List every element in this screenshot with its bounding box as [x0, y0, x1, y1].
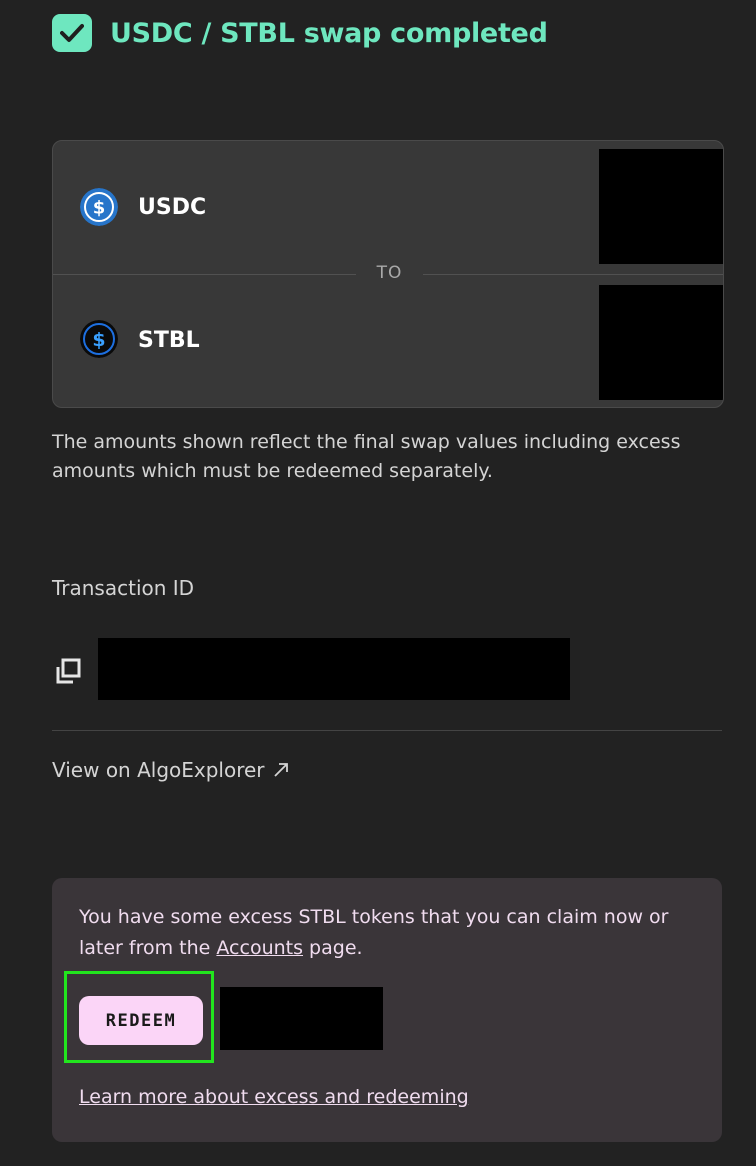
explorer-link-label: View on AlgoExplorer: [52, 758, 265, 782]
svg-text:$: $: [92, 329, 105, 351]
excess-tokens-panel: You have some excess STBL tokens that yo…: [52, 878, 722, 1142]
page-title: USDC / STBL swap completed: [110, 17, 548, 49]
transaction-id-label: Transaction ID: [52, 576, 195, 600]
svg-text:$: $: [93, 198, 106, 219]
from-amount-redacted: [599, 149, 723, 264]
divider: [52, 730, 722, 731]
usdc-coin-icon: $: [80, 188, 118, 226]
swap-note: The amounts shown reflect the final swap…: [52, 431, 681, 482]
excess-message: You have some excess STBL tokens that yo…: [79, 902, 679, 964]
accounts-link[interactable]: Accounts: [216, 937, 303, 959]
transaction-id-redacted: [98, 638, 570, 700]
redacted-area: [220, 987, 383, 1050]
external-arrow-icon: [273, 763, 288, 777]
excess-message-text: You have some excess STBL tokens that yo…: [79, 906, 669, 959]
excess-message-text-end: page.: [303, 937, 363, 959]
from-token-symbol: USDC: [138, 195, 207, 220]
to-amount-redacted: [599, 285, 723, 400]
to-token-symbol: STBL: [138, 328, 200, 353]
to-token-row: $ STBL: [53, 274, 723, 407]
stbl-coin-icon: $: [80, 320, 118, 358]
swap-summary-card: $ USDC TO $ STBL: [52, 140, 724, 408]
checkmark-icon: [52, 14, 92, 52]
view-on-algoexplorer-link[interactable]: View on AlgoExplorer: [52, 758, 289, 782]
from-token-row: $ USDC: [53, 141, 723, 274]
redeem-button[interactable]: REDEEM: [79, 996, 203, 1045]
learn-more-link[interactable]: Learn more about excess and redeeming: [79, 1086, 469, 1108]
copy-icon[interactable]: [52, 656, 86, 690]
